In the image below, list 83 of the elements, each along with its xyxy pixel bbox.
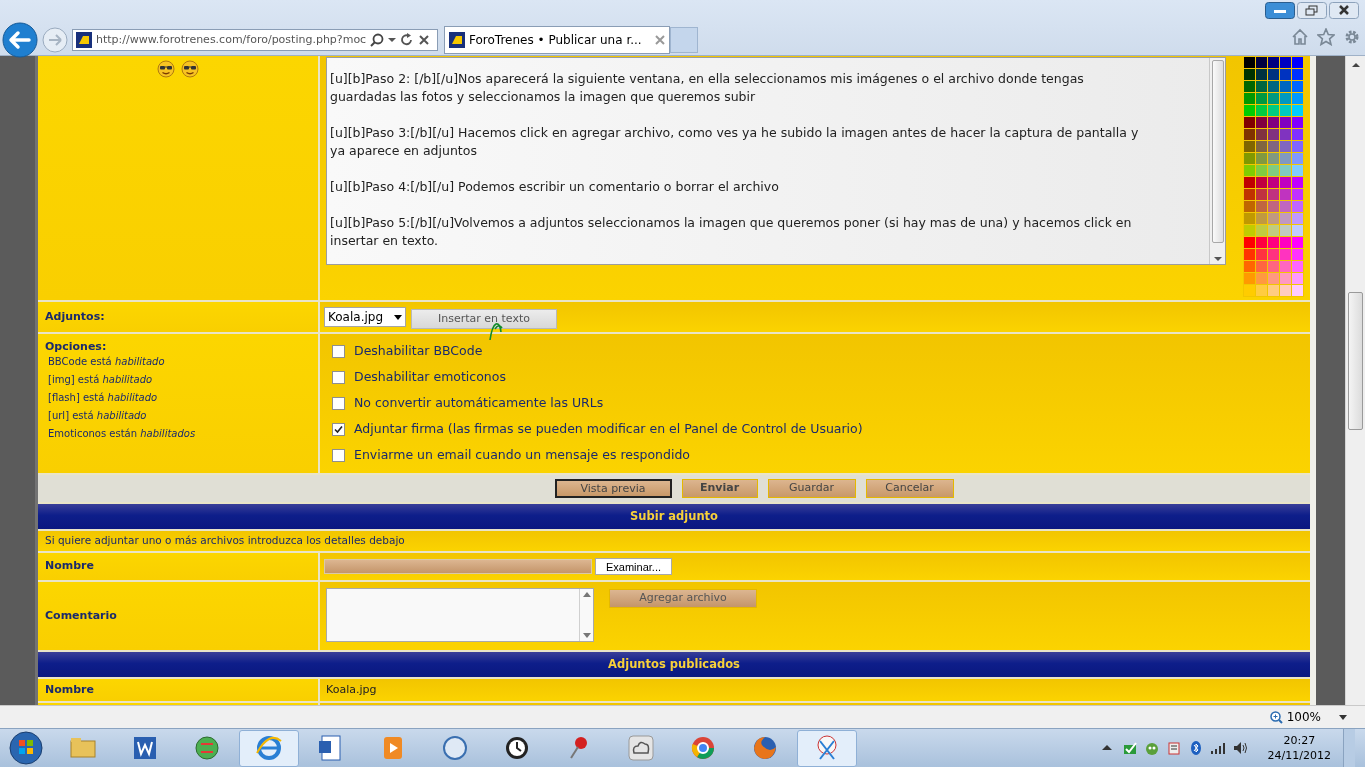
browse-button[interactable]: Examinar... (595, 558, 672, 575)
section-header: Adjuntos publicados (38, 652, 1310, 677)
message-paragraph: [u][b]Paso 5:[/b][/u]Volvemos a adjuntos seleccionamos la imagen que queremos poner (si hay mas de una) y hacemos click en insertar en texto. (330, 214, 1133, 250)
zoom-icon[interactable] (1269, 710, 1283, 724)
section-header: Subir adjunto (38, 504, 1310, 529)
stop-icon[interactable] (418, 34, 431, 46)
scrollbar-thumb[interactable] (1211, 60, 1224, 243)
tab-title: ForoTrenes • Publicar una r... (469, 32, 643, 49)
message-field[interactable] (326, 57, 1226, 265)
scroll-down-arrow-icon[interactable] (1213, 256, 1222, 262)
browser-tab[interactable]: ForoTrenes • Publicar una r... (444, 26, 670, 54)
option-status-text: [img] está habilitado (47, 373, 154, 387)
refresh-icon[interactable] (400, 33, 415, 47)
home-icon[interactable] (1291, 28, 1309, 46)
checkbox[interactable] (332, 396, 345, 410)
message-paragraph: [u][b]Paso 2: [/b][/u]Nos aparecerá la siguiente ventana, en ella seleccionamos mis imágenes o el archivo donde tengas guardadas las fotos y seleccionamos la imagen que queremos subir (330, 70, 1085, 106)
close-tab-icon[interactable] (655, 35, 665, 45)
form-button[interactable]: Guardar (767, 479, 856, 498)
checkbox-label[interactable]: Adjuntar firma (las firmas se pueden modificar en el Panel de Control de Usuario) (354, 419, 863, 439)
browser-e-icon (254, 733, 284, 763)
comment-field[interactable] (326, 588, 594, 642)
signal-bars-icon[interactable] (1209, 740, 1226, 756)
star-icon[interactable] (1317, 28, 1335, 46)
scrollbar[interactable] (1345, 56, 1365, 705)
field-label: Adjuntos: (45, 308, 105, 325)
checkbox-label[interactable]: No convertir automáticamente las URLs (354, 393, 604, 413)
scrollbar[interactable] (1209, 58, 1225, 264)
creature-icon[interactable] (1143, 740, 1160, 756)
search-icon[interactable] (370, 33, 385, 47)
site-icon (449, 32, 465, 48)
scroll-up-arrow-icon[interactable] (582, 592, 591, 597)
option-status-text: Emoticonos están habilitados (47, 427, 197, 441)
checkbox[interactable] (332, 370, 345, 384)
site-icon (76, 32, 92, 48)
upload-hint-text: Si quiere adjuntar uno o más archivos introduzca los detalles debajo (38, 531, 1310, 551)
checkbox-label[interactable]: Deshabilitar BBCode (354, 341, 483, 361)
start-button[interactable] (9, 731, 43, 765)
field-label: Nombre (45, 681, 94, 698)
color-palette[interactable] (1243, 56, 1304, 297)
checkbox[interactable] (332, 344, 345, 358)
minimize-button[interactable] (1265, 2, 1295, 19)
file-name-field[interactable] (324, 559, 592, 574)
sunglasses-smiley-icon[interactable] (181, 60, 199, 78)
device-icon[interactable] (1165, 740, 1182, 756)
form-button[interactable]: Vista previa (554, 479, 672, 498)
scrollbar-thumb[interactable] (1348, 292, 1363, 430)
scroll-up-arrow-icon[interactable] (1350, 60, 1361, 70)
form-button[interactable]: Enviar (681, 479, 758, 498)
scrollbar[interactable] (579, 589, 593, 641)
cloud-icon (626, 733, 656, 763)
checkbox[interactable] (332, 448, 345, 462)
field-label: Comentario (45, 607, 117, 624)
zoom-level-text[interactable]: 100% (1286, 708, 1321, 726)
scroll-down-arrow-icon[interactable] (582, 633, 591, 638)
file-select[interactable]: Koala.jpg (324, 307, 406, 327)
settings-icon[interactable] (1343, 28, 1361, 46)
field-label: Opciones: (45, 340, 108, 353)
form-button[interactable]: Cancelar (865, 479, 954, 498)
file-name-text: Koala.jpg (326, 681, 377, 698)
checkbox-label[interactable]: Deshabilitar emoticonos (354, 367, 506, 387)
option-status-text: [flash] está habilitado (47, 391, 159, 405)
insert-button[interactable]: Insertar en texto (411, 309, 557, 330)
checkbox-label[interactable]: Enviarme un email cuando un mensaje es respondido (354, 445, 690, 465)
add-file-button[interactable]: Agregar archivo (609, 589, 757, 608)
message-paragraph: [u][b]Paso 4:[/b][/u] Podemos escribir un comentario o borrar el archivo (330, 178, 780, 196)
orb-icon (192, 733, 222, 763)
address-bar[interactable]: http://www.forotrenes.com/foro/posting.php?moc (72, 29, 438, 51)
restore-button[interactable] (1297, 2, 1327, 19)
clock-time-text[interactable]: 20:27 (1283, 733, 1316, 748)
message-paragraph: [u][b]Paso 3:[/b][/u] Hacemos click en agregar archivo, como ves ya he subido la imagen antes de hacer la captura de pantalla y ya aparece en adjuntos (330, 124, 1139, 160)
back-button[interactable] (2, 22, 38, 58)
option-status-text: [url] está habilitado (47, 409, 148, 423)
speaker-icon[interactable] (1231, 740, 1248, 756)
field-label: Nombre (45, 558, 94, 575)
url-text: http://www.forotrenes.com/foro/posting.php?moc (96, 31, 367, 48)
check-shield-icon[interactable] (1121, 740, 1138, 756)
clock-date-text[interactable]: 24/11/2012 (1267, 748, 1331, 763)
dropdown-arrow-icon[interactable] (1339, 714, 1347, 720)
option-status-text: BBCode está habilitado (47, 355, 166, 369)
checkbox[interactable] (332, 422, 345, 436)
dropdown-arrow-icon (394, 314, 402, 320)
close-button[interactable] (1329, 2, 1359, 19)
sunglasses-smiley-icon[interactable] (157, 60, 175, 78)
